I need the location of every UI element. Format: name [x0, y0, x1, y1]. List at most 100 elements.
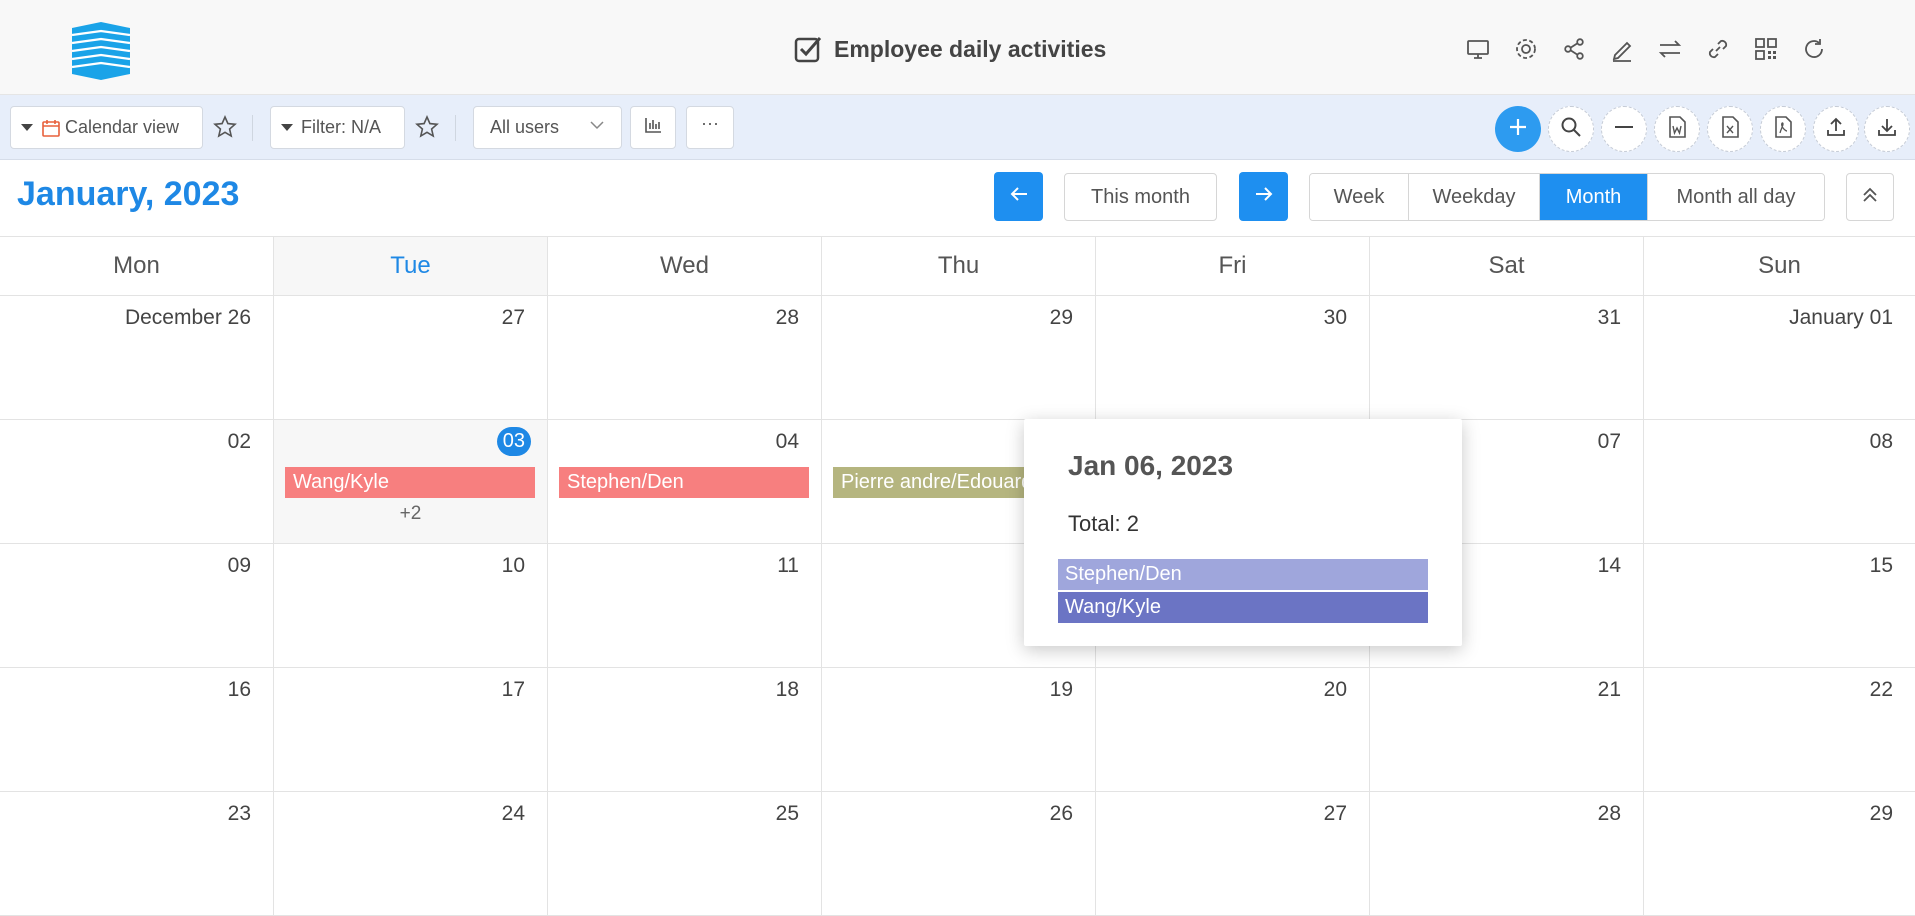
- gear-icon[interactable]: [1506, 29, 1546, 69]
- popup-event-stephen-den[interactable]: Stephen/Den: [1058, 559, 1428, 590]
- day-cell[interactable]: 20: [1096, 668, 1370, 791]
- collapse-rows-button[interactable]: [1601, 106, 1647, 152]
- arrow-right-icon: [1253, 183, 1275, 210]
- event-stephen-den[interactable]: Stephen/Den: [559, 467, 809, 498]
- day-number: 24: [501, 802, 525, 825]
- day-number: 23: [227, 802, 251, 825]
- day-number: 27: [1323, 802, 1347, 825]
- page-title: Employee daily activities: [794, 33, 1106, 65]
- link-icon[interactable]: [1698, 29, 1738, 69]
- week-row: 16 17 18 19 20 21 22: [0, 668, 1915, 792]
- refresh-icon[interactable]: [1794, 29, 1834, 69]
- day-number: 29: [1049, 306, 1073, 329]
- export-pdf-button[interactable]: [1760, 106, 1806, 152]
- day-cell[interactable]: 17: [274, 668, 548, 791]
- day-cell[interactable]: 16: [0, 668, 274, 791]
- dow-wed: Wed: [548, 237, 822, 295]
- filter-dropdown[interactable]: Filter: N/A: [270, 106, 405, 149]
- day-cell[interactable]: 08: [1644, 420, 1915, 543]
- dow-tue: Tue: [274, 237, 548, 295]
- day-number: 21: [1597, 678, 1621, 701]
- day-number: 19: [1049, 678, 1073, 701]
- day-cell[interactable]: 11: [548, 544, 822, 667]
- day-cell[interactable]: 10: [274, 544, 548, 667]
- previous-month-button[interactable]: [994, 172, 1043, 221]
- day-cell[interactable]: 27: [1096, 792, 1370, 915]
- swap-icon[interactable]: [1650, 29, 1690, 69]
- users-select[interactable]: All users: [473, 106, 622, 149]
- day-cell[interactable]: 19: [822, 668, 1096, 791]
- pencil-icon[interactable]: [1602, 29, 1642, 69]
- day-number: 15: [1869, 554, 1893, 577]
- this-month-button[interactable]: This month: [1064, 173, 1217, 221]
- day-cell[interactable]: 29: [1644, 792, 1915, 915]
- day-number: December 26: [124, 306, 251, 329]
- day-cell[interactable]: 29: [822, 296, 1096, 419]
- event-wang-kyle[interactable]: Wang/Kyle: [285, 467, 535, 498]
- view-month-button[interactable]: Month: [1540, 174, 1648, 220]
- search-button[interactable]: [1548, 106, 1594, 152]
- day-cell[interactable]: 22: [1644, 668, 1915, 791]
- next-month-button[interactable]: [1239, 172, 1288, 221]
- day-number: 18: [775, 678, 799, 701]
- week-row: December 26 27 28 29 30 31 January 01: [0, 296, 1915, 420]
- more-events-link[interactable]: +2: [274, 503, 547, 525]
- dow-thu: Thu: [822, 237, 1096, 295]
- day-cell[interactable]: 24: [274, 792, 548, 915]
- day-cell[interactable]: January 01: [1644, 296, 1915, 419]
- day-cell[interactable]: 28: [1370, 792, 1644, 915]
- day-number: 26: [1049, 802, 1073, 825]
- day-cell[interactable]: December 26: [0, 296, 274, 419]
- share-icon[interactable]: [1554, 29, 1594, 69]
- day-cell[interactable]: 25: [548, 792, 822, 915]
- day-number: 02: [227, 430, 251, 453]
- day-cell[interactable]: 21: [1370, 668, 1644, 791]
- day-cell[interactable]: 23: [0, 792, 274, 915]
- popup-event-wang-kyle[interactable]: Wang/Kyle: [1058, 592, 1428, 623]
- add-button[interactable]: [1495, 106, 1541, 152]
- favorite-filter-star-icon[interactable]: [415, 115, 439, 139]
- arrow-left-icon: [1008, 183, 1030, 210]
- caret-down-icon: [21, 124, 33, 131]
- favorite-view-star-icon[interactable]: [213, 115, 237, 139]
- dow-sun: Sun: [1758, 252, 1801, 279]
- day-cell[interactable]: 02: [0, 420, 274, 543]
- day-cell[interactable]: 28: [548, 296, 822, 419]
- day-number: 28: [775, 306, 799, 329]
- week-row: 02 03 Wang/Kyle +2 04 Stephen/Den 05 Pie…: [0, 420, 1915, 544]
- day-cell[interactable]: 04 Stephen/Den: [548, 420, 822, 543]
- day-cell[interactable]: 15: [1644, 544, 1915, 667]
- toolbar-divider: [455, 115, 456, 141]
- chart-button[interactable]: [630, 106, 676, 149]
- calendar-view-dropdown[interactable]: Calendar view: [10, 106, 203, 149]
- more-options-button[interactable]: ···: [686, 106, 734, 149]
- download-icon: [1875, 115, 1899, 144]
- monitor-icon[interactable]: [1458, 29, 1498, 69]
- stack-logo-icon[interactable]: [70, 22, 132, 80]
- view-weekday-button[interactable]: Weekday: [1409, 174, 1540, 220]
- download-button[interactable]: [1864, 106, 1910, 152]
- checkbox-checked-icon: [794, 35, 822, 63]
- qr-code-icon[interactable]: [1746, 29, 1786, 69]
- popup-total: Total: 2: [1068, 511, 1139, 536]
- chevron-down-icon: [589, 117, 605, 138]
- day-number: 07: [1597, 430, 1621, 453]
- day-cell[interactable]: 18: [548, 668, 822, 791]
- day-number: 10: [501, 554, 525, 577]
- day-cell[interactable]: 09: [0, 544, 274, 667]
- upload-button[interactable]: [1813, 106, 1859, 152]
- day-cell[interactable]: 30: [1096, 296, 1370, 419]
- day-cell[interactable]: 27: [274, 296, 548, 419]
- day-cell[interactable]: 26: [822, 792, 1096, 915]
- day-number: 04: [775, 430, 799, 453]
- day-cell[interactable]: 31: [1370, 296, 1644, 419]
- day-number: 28: [1597, 802, 1621, 825]
- export-excel-button[interactable]: [1707, 106, 1753, 152]
- export-word-button[interactable]: [1654, 106, 1700, 152]
- view-week-button[interactable]: Week: [1310, 174, 1409, 220]
- view-month-all-day-button[interactable]: Month all day: [1648, 174, 1824, 220]
- day-number: January 01: [1789, 306, 1893, 329]
- day-number: 16: [227, 678, 251, 701]
- collapse-header-button[interactable]: [1846, 173, 1894, 221]
- day-cell-today[interactable]: 03 Wang/Kyle +2: [274, 420, 548, 543]
